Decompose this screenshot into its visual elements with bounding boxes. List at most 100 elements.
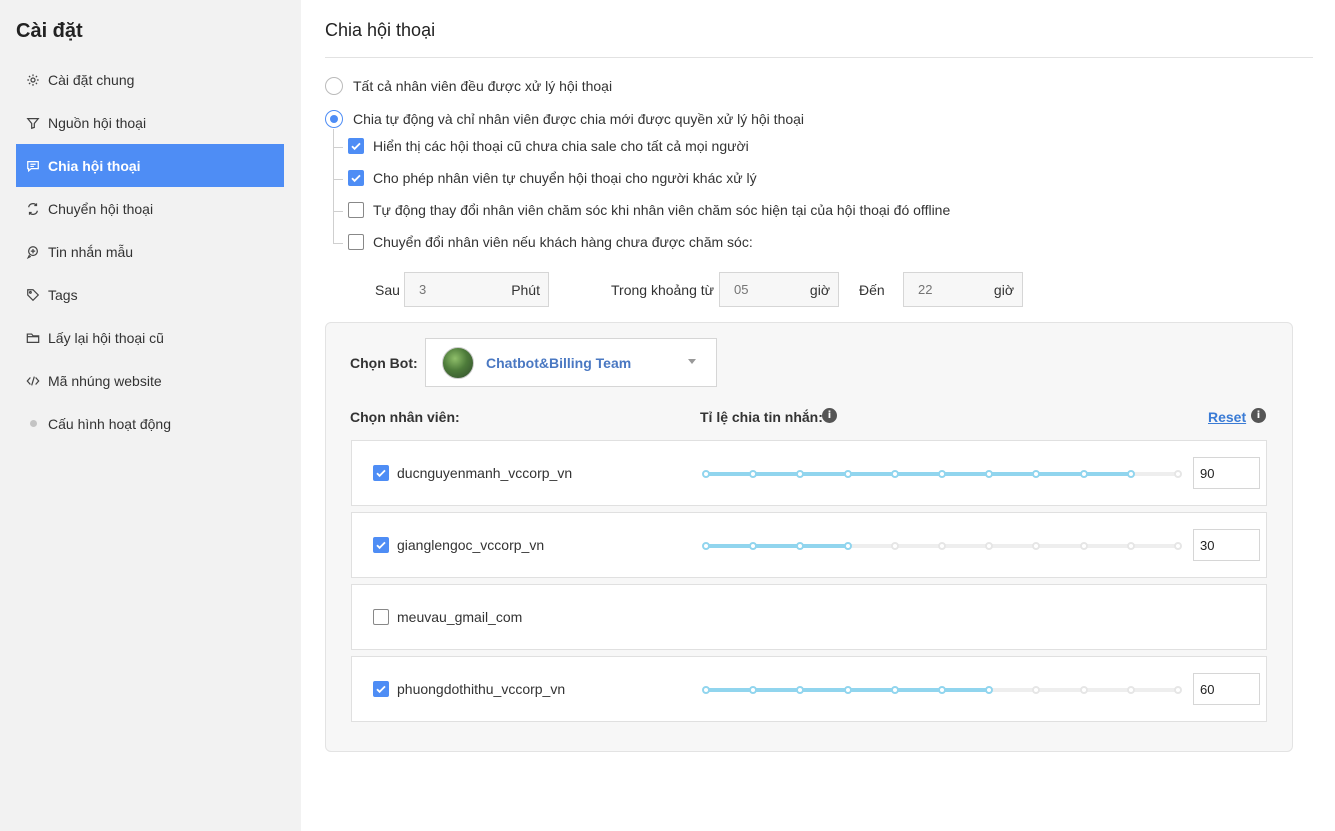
option-checkbox[interactable] (348, 202, 364, 218)
slider-stop[interactable] (1126, 542, 1135, 550)
after-minutes-input[interactable] (419, 282, 459, 297)
range-from-input[interactable] (734, 282, 774, 297)
option-checkbox[interactable] (348, 234, 364, 250)
slider-stop[interactable] (702, 686, 710, 694)
slider-stop[interactable] (890, 542, 899, 550)
option-label: Hiển thị các hội thoại cũ chưa chia sale… (373, 138, 749, 154)
staff-name: phuongdothithu_vccorp_vn (397, 681, 566, 697)
ratio-slider[interactable] (702, 542, 1182, 550)
after-unit: Phút (511, 281, 540, 298)
option-checkbox[interactable] (348, 170, 364, 186)
slider-stop[interactable] (702, 542, 710, 550)
sidebar-item-tags[interactable]: Tags (16, 273, 284, 316)
ratio-input[interactable] (1193, 673, 1260, 705)
staff-name: meuvau_gmail_com (397, 609, 523, 625)
slider-stop[interactable] (985, 542, 994, 550)
option-show-old-conversations[interactable]: Hiển thị các hội thoại cũ chưa chia sale… (348, 138, 749, 154)
range-from-unit: giờ (809, 281, 830, 298)
slider-stop[interactable] (890, 470, 899, 478)
tree-connector (333, 179, 343, 180)
slider-stop[interactable] (1126, 686, 1135, 694)
slider-stop[interactable] (1174, 542, 1182, 550)
ratio-slider[interactable] (702, 686, 1182, 694)
slider-stop[interactable] (749, 542, 758, 550)
range-from-field[interactable]: giờ (719, 272, 839, 307)
ratio-input[interactable] (1193, 457, 1260, 489)
mode-all-radio[interactable] (325, 77, 343, 95)
slider-stop[interactable] (1079, 686, 1088, 694)
slider-fill (706, 544, 848, 548)
slider-stop[interactable] (890, 686, 899, 694)
slider-stop[interactable] (985, 686, 994, 694)
ratio-slider[interactable] (702, 470, 1182, 478)
page-title: Chia hội thoại (325, 20, 436, 40)
slider-stop[interactable] (843, 542, 852, 550)
sidebar-item-transfer-conversation[interactable]: Chuyển hội thoại (16, 187, 284, 230)
bot-name: Chatbot&Billing Team (486, 354, 632, 371)
sidebar-nav: Cài đặt chung Nguồn hội thoại Chia hội t… (16, 58, 284, 445)
slider-stop[interactable] (796, 470, 805, 478)
mode-all-option[interactable]: Tất cả nhân viên đều được xử lý hội thoạ… (325, 77, 612, 95)
staff-checkbox[interactable] (373, 609, 389, 625)
slider-stop[interactable] (843, 470, 852, 478)
sidebar-item-template-messages[interactable]: Tin nhắn mẫu (16, 230, 284, 273)
sidebar-title: Cài đặt (16, 20, 83, 42)
chat-icon (26, 159, 40, 173)
sidebar-item-operation-config[interactable]: Cấu hình hoạt động (16, 402, 284, 445)
slider-stop[interactable] (749, 686, 758, 694)
ratio-input[interactable] (1193, 529, 1260, 561)
slider-stop[interactable] (938, 542, 946, 550)
gear-icon (26, 73, 40, 87)
slider-stop[interactable] (938, 686, 946, 694)
sidebar-item-restore-old-conversations[interactable]: Lấy lại hội thoại cũ (16, 316, 284, 359)
slider-stop[interactable] (702, 470, 710, 478)
tree-connector (333, 243, 343, 244)
sidebar-item-embed-code[interactable]: Mã nhúng website (16, 359, 284, 402)
option-switch-uncared[interactable]: Chuyển đổi nhân viên nếu khách hàng chưa… (348, 234, 753, 250)
filter-icon (26, 116, 40, 130)
slider-stop[interactable] (985, 470, 994, 478)
mode-auto-radio[interactable] (325, 110, 343, 128)
slider-stop[interactable] (1079, 470, 1088, 478)
check-icon (351, 174, 361, 183)
slider-stop[interactable] (1032, 470, 1041, 478)
staff-checkbox[interactable] (373, 537, 389, 553)
bot-label: Chọn Bot: (350, 355, 418, 371)
slider-stop[interactable] (1174, 470, 1182, 478)
slider-stop[interactable] (843, 686, 852, 694)
sidebar-item-general-settings[interactable]: Cài đặt chung (16, 58, 284, 101)
sidebar-item-label: Nguồn hội thoại (48, 114, 147, 131)
slider-stop[interactable] (1079, 542, 1088, 550)
ratio-column-label: Tỉ lệ chia tin nhắn: (700, 409, 823, 425)
staff-checkbox[interactable] (373, 681, 389, 697)
info-icon[interactable]: i (1251, 408, 1266, 423)
check-icon (376, 685, 386, 694)
slider-stop[interactable] (1032, 686, 1041, 694)
slider-stop[interactable] (796, 542, 805, 550)
slider-stop[interactable] (749, 470, 758, 478)
sidebar-item-label: Chia hội thoại (48, 157, 141, 174)
slider-stop[interactable] (938, 470, 946, 478)
slider-stop[interactable] (796, 686, 805, 694)
slider-stop[interactable] (1174, 686, 1182, 694)
staff-name: ducnguyenmanh_vccorp_vn (397, 465, 573, 481)
slider-stop[interactable] (1032, 542, 1041, 550)
mode-auto-option[interactable]: Chia tự động và chỉ nhân viên được chia … (325, 110, 804, 128)
option-label: Tự động thay đổi nhân viên chăm sóc khi … (373, 202, 951, 218)
tree-connector (333, 211, 343, 212)
reset-link[interactable]: Reset (1208, 409, 1246, 425)
option-label: Cho phép nhân viên tự chuyển hội thoại c… (373, 170, 757, 186)
bot-select[interactable]: Chatbot&Billing Team (425, 338, 717, 387)
range-to-input[interactable] (918, 282, 958, 297)
info-icon[interactable]: i (822, 408, 837, 423)
sidebar-item-split-conversation[interactable]: Chia hội thoại (16, 144, 284, 187)
option-allow-self-transfer[interactable]: Cho phép nhân viên tự chuyển hội thoại c… (348, 170, 757, 186)
staff-checkbox[interactable] (373, 465, 389, 481)
after-minutes-field[interactable]: Phút (404, 272, 549, 307)
range-to-field[interactable]: giờ (903, 272, 1023, 307)
option-auto-change-offline[interactable]: Tự động thay đổi nhân viên chăm sóc khi … (348, 202, 950, 218)
option-checkbox[interactable] (348, 138, 364, 154)
slider-stop[interactable] (1126, 470, 1135, 478)
bot-avatar (442, 346, 474, 379)
sidebar-item-conversation-source[interactable]: Nguồn hội thoại (16, 101, 284, 144)
